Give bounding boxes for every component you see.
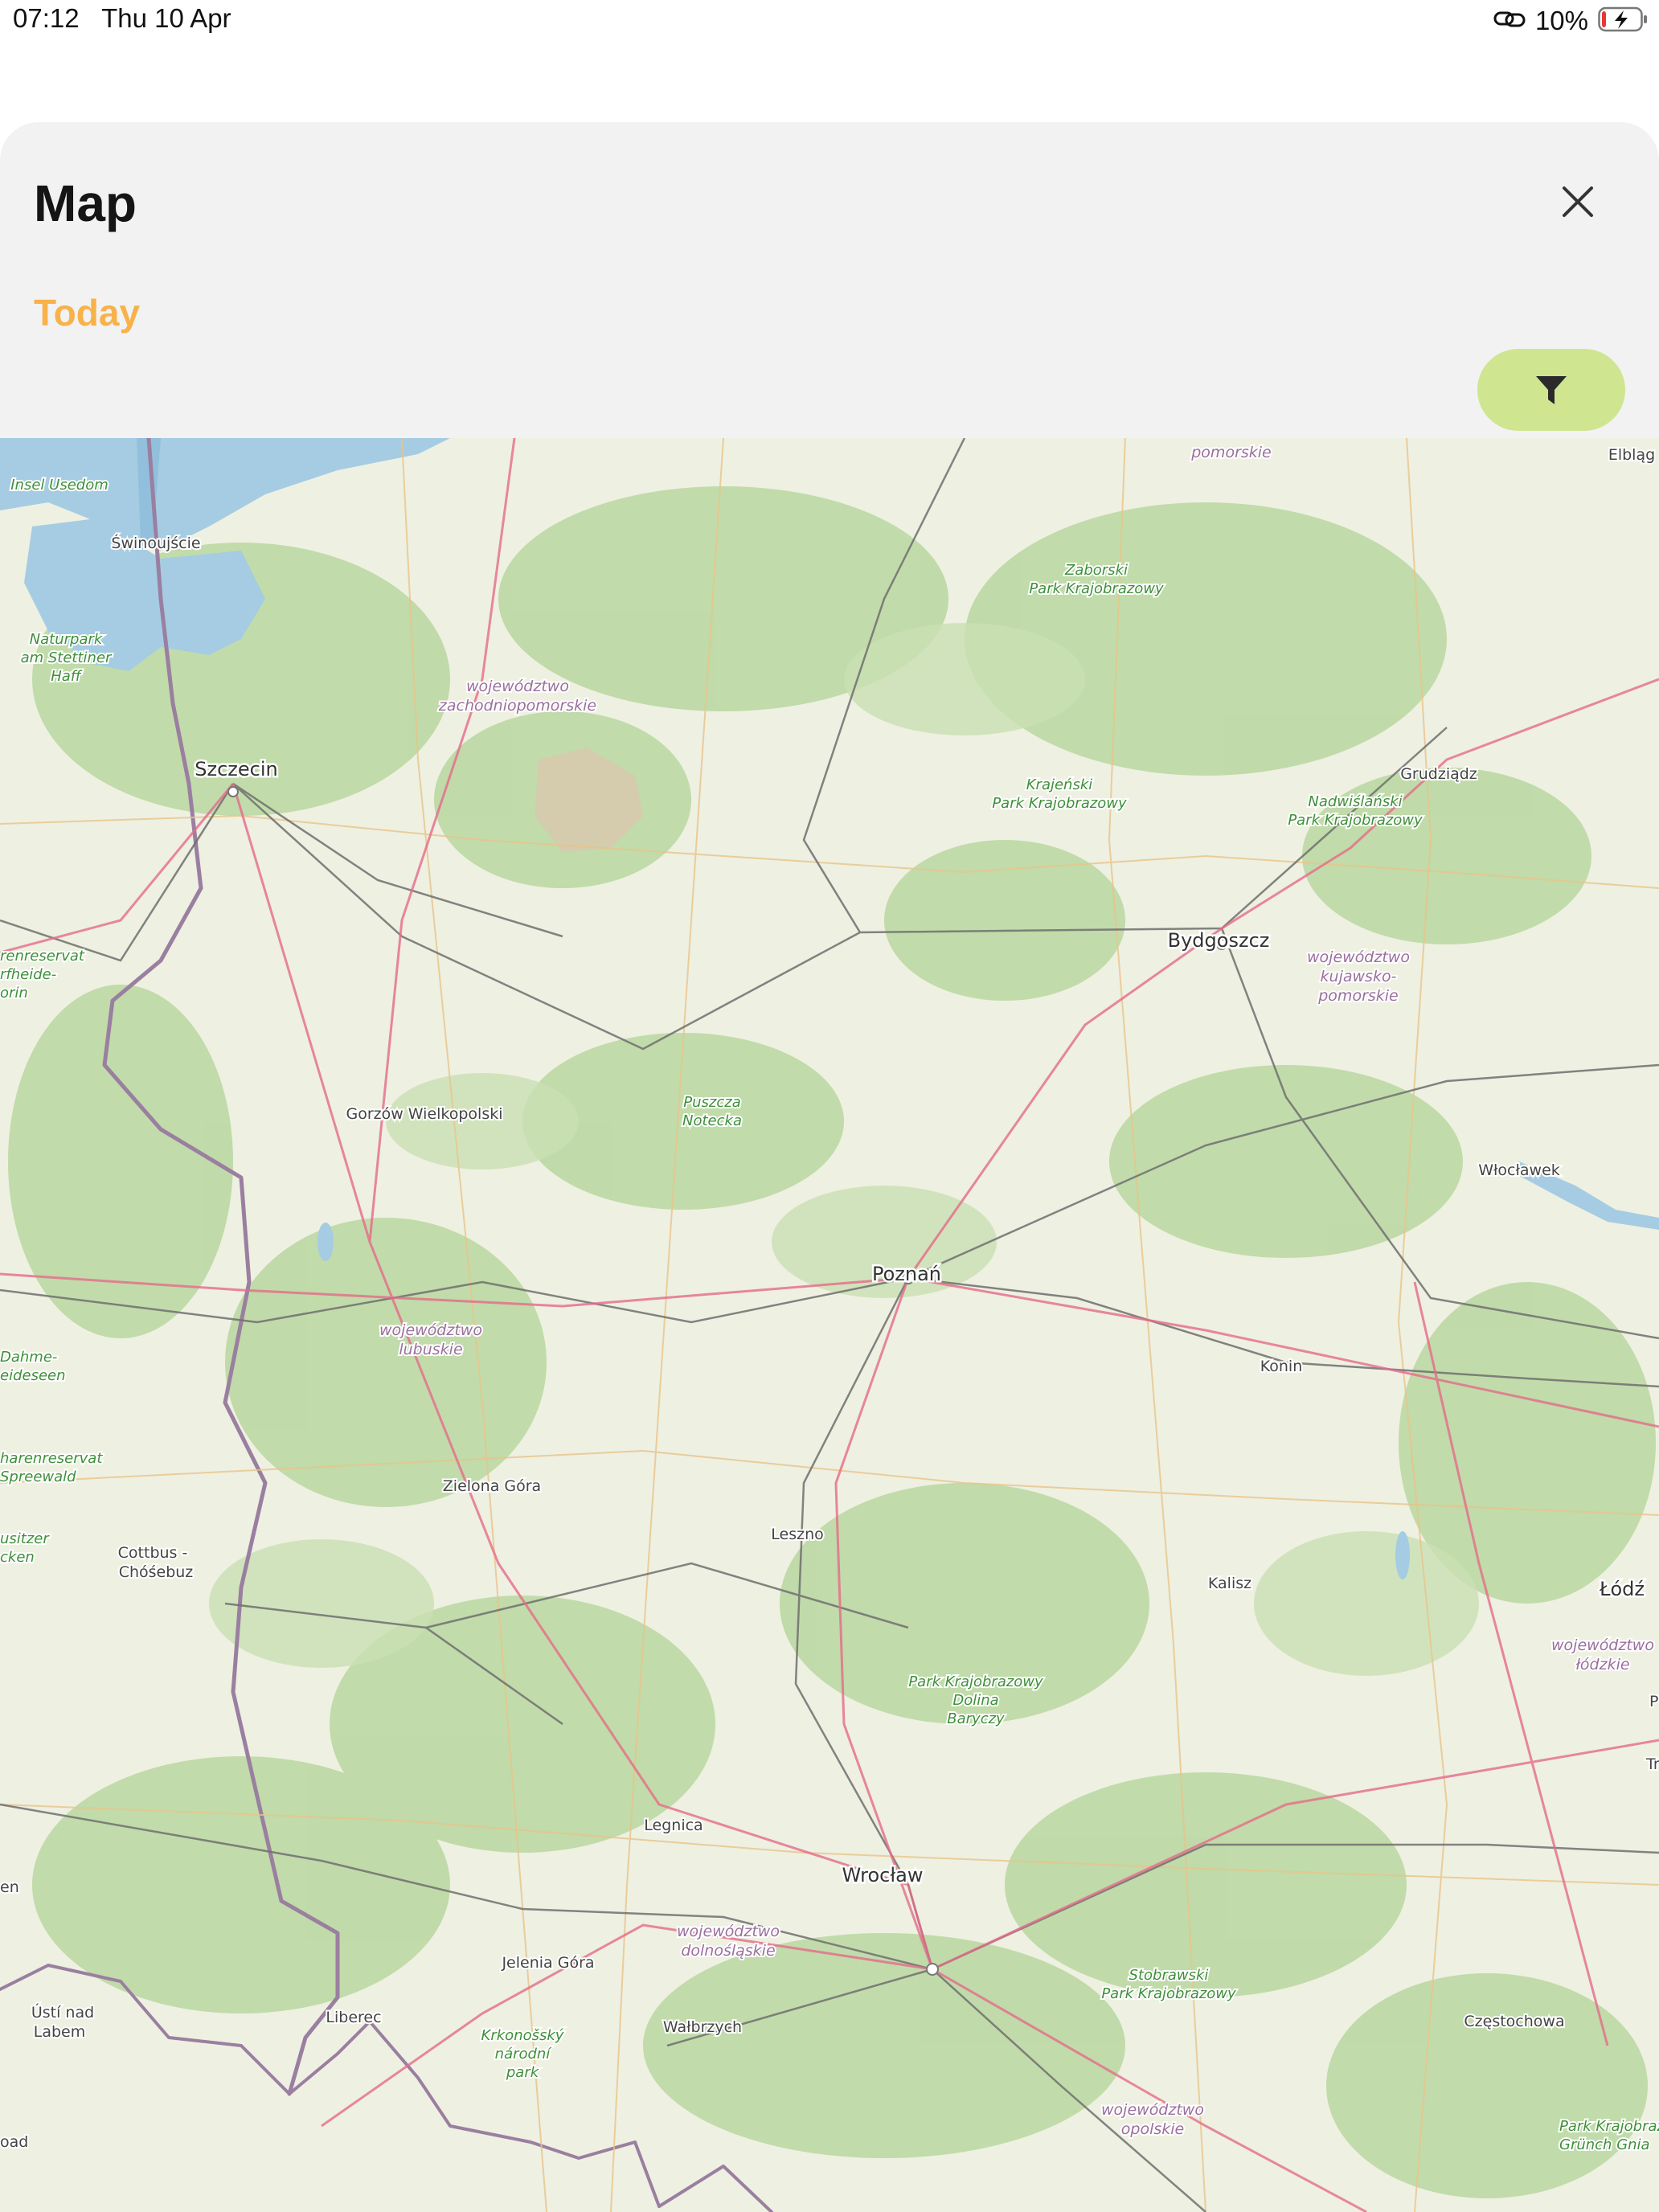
map-label-leszno: Leszno xyxy=(771,1526,823,1543)
status-date: Thu 10 Apr xyxy=(101,3,231,33)
map-label-region-dol-2: dolnośląskie xyxy=(681,1942,775,1960)
map-label-jelenia-gora: Jelenia Góra xyxy=(501,1954,594,1972)
map-label-dahme-2: eideseen xyxy=(0,1367,66,1384)
map-label-dahme-1: Dahme- xyxy=(0,1349,57,1366)
map-label-grunch-2: Grünch Gnia xyxy=(1559,2136,1650,2153)
map-view[interactable]: Szczecin Poznań Bydgoszcz Wrocław Łódź Ś… xyxy=(0,438,1659,2212)
map-label-region-opo-2: opolskie xyxy=(1121,2120,1184,2138)
map-label-stettiner-3: Haff xyxy=(51,668,83,685)
map-label-region-opo-1: województwo xyxy=(1101,2101,1204,2119)
map-label-edge-tr: Tr xyxy=(1645,1755,1659,1773)
map-label-spreewald-1: harenreservat xyxy=(0,1450,103,1467)
filter-button[interactable] xyxy=(1477,349,1625,431)
map-label-czestochowa: Częstochowa xyxy=(1464,2013,1564,2030)
map-label-gorzow: Gorzów Wielkopolski xyxy=(346,1105,502,1123)
map-label-baryczy-2: Dolina xyxy=(952,1692,998,1709)
map-label-stettiner-1: Naturpark xyxy=(30,631,104,648)
map-label-usedom: Insel Usedom xyxy=(10,477,109,494)
map-label-spreewald-2: Spreewald xyxy=(0,1469,76,1485)
map-label-region-dol-1: województwo xyxy=(677,1923,780,1940)
map-label-krkonossky-1: Krkonošský xyxy=(481,2027,564,2044)
map-label-oder-2: rfheide- xyxy=(0,966,56,983)
map-label-region-kuj-3: pomorskie xyxy=(1317,987,1399,1005)
map-label-region-lodz-2: łódzkie xyxy=(1575,1656,1629,1673)
map-label-krajenski-1: Krajeński xyxy=(1026,776,1093,793)
map-label-krkonossky-3: park xyxy=(506,2064,540,2081)
map-label-region-zach-1: województwo xyxy=(466,678,569,695)
page-title: Map xyxy=(34,174,137,232)
status-time: 07:12 Thu 10 Apr xyxy=(13,3,231,34)
date-range-label[interactable]: Today xyxy=(34,291,140,334)
map-label-cottbus: Cottbus - xyxy=(118,1544,188,1562)
map-label-edge-en: en xyxy=(0,1878,19,1896)
map-label-wroclaw: Wrocław xyxy=(842,1864,923,1886)
map-label-konin: Konin xyxy=(1260,1358,1303,1375)
map-label-stobrawski-1: Stobrawski xyxy=(1129,1967,1209,1984)
map-label-elblag: Elbląg xyxy=(1608,446,1655,464)
map-label-poznan: Poznań xyxy=(872,1263,941,1285)
map-label-kalisz: Kalisz xyxy=(1208,1575,1251,1592)
map-label-lausitz-2: cken xyxy=(0,1549,35,1566)
map-label-puszcza-2: Notecka xyxy=(682,1112,742,1129)
map-label-region-zach-2: zachodniopomorskie xyxy=(438,697,596,715)
map-label-szczecin: Szczecin xyxy=(195,758,277,780)
map-label-region-lub-1: województwo xyxy=(379,1321,482,1339)
map-label-oder-1: renreservat xyxy=(0,948,85,965)
map-label-edge-oad: oad xyxy=(0,2133,28,2151)
map-label-wloclawek: Włocławek xyxy=(1478,1161,1560,1179)
map-label-baryczy-3: Baryczy xyxy=(947,1710,1005,1727)
map-label-walbrzych: Wałbrzych xyxy=(663,2018,742,2036)
map-label-stobrawski-2: Park Krajobrazowy xyxy=(1101,1985,1236,2002)
map-label-grunch-1: Park Krajobrazo xyxy=(1559,2118,1659,2135)
map-label-bydgoszcz: Bydgoszcz xyxy=(1168,929,1270,952)
map-label-zaborski-2: Park Krajobrazowy xyxy=(1029,580,1164,597)
map-label-liberec: Liberec xyxy=(326,2009,381,2026)
map-label-nadwislanski-2: Park Krajobrazowy xyxy=(1288,812,1423,829)
map-label-edge-p: P xyxy=(1649,1693,1658,1710)
map-label-legnica: Legnica xyxy=(644,1817,703,1834)
map-label-region-lodz-1: województwo xyxy=(1551,1636,1654,1654)
status-bar: 07:12 Thu 10 Apr 10% xyxy=(0,0,1659,42)
map-label-chosebuz: Chóśebuz xyxy=(119,1563,194,1581)
map-label-zaborski-1: Zaborski xyxy=(1064,562,1128,579)
map-label-krkonossky-2: národní xyxy=(495,2046,553,2062)
map-label-stettiner-2: am Stettiner xyxy=(21,649,113,666)
map-label-nadwislanski-1: Nadwiślański xyxy=(1308,793,1402,810)
map-label-lodz: Łódź xyxy=(1599,1578,1645,1600)
map-label-usti-1: Ústí nad xyxy=(31,2002,94,2022)
map-label-region-kuj-1: województwo xyxy=(1307,948,1410,966)
map-label-lausitz-1: usitzer xyxy=(0,1530,50,1547)
map-label-region-lub-2: lubuskie xyxy=(399,1341,462,1358)
close-icon xyxy=(1563,186,1593,217)
map-label-region-pomorskie: pomorskie xyxy=(1190,444,1272,461)
map-label-krajenski-2: Park Krajobrazowy xyxy=(992,795,1127,812)
map-canvas[interactable]: Szczecin Poznań Bydgoszcz Wrocław Łódź Ś… xyxy=(0,438,1659,2212)
map-label-usti-2: Labem xyxy=(34,2023,86,2041)
close-button[interactable] xyxy=(1558,182,1598,222)
status-right: 10% xyxy=(1493,3,1648,39)
battery-percent: 10% xyxy=(1534,6,1588,35)
map-label-oder-3: orin xyxy=(0,985,28,1002)
map-label-zielona-gora: Zielona Góra xyxy=(443,1477,541,1495)
link-icon xyxy=(1493,8,1526,35)
battery-charging-icon xyxy=(1598,6,1648,36)
map-label-baryczy-1: Park Krajobrazowy xyxy=(908,1673,1043,1690)
status-clock: 07:12 xyxy=(13,3,80,33)
map-label-grudziadz: Grudziądz xyxy=(1400,765,1477,783)
map-label-swinoujscie: Świnoujście xyxy=(111,533,200,552)
map-label-region-kuj-2: kujawsko- xyxy=(1321,968,1397,985)
map-label-puszcza-1: Puszcza xyxy=(683,1094,740,1111)
funnel-icon xyxy=(1536,376,1567,404)
